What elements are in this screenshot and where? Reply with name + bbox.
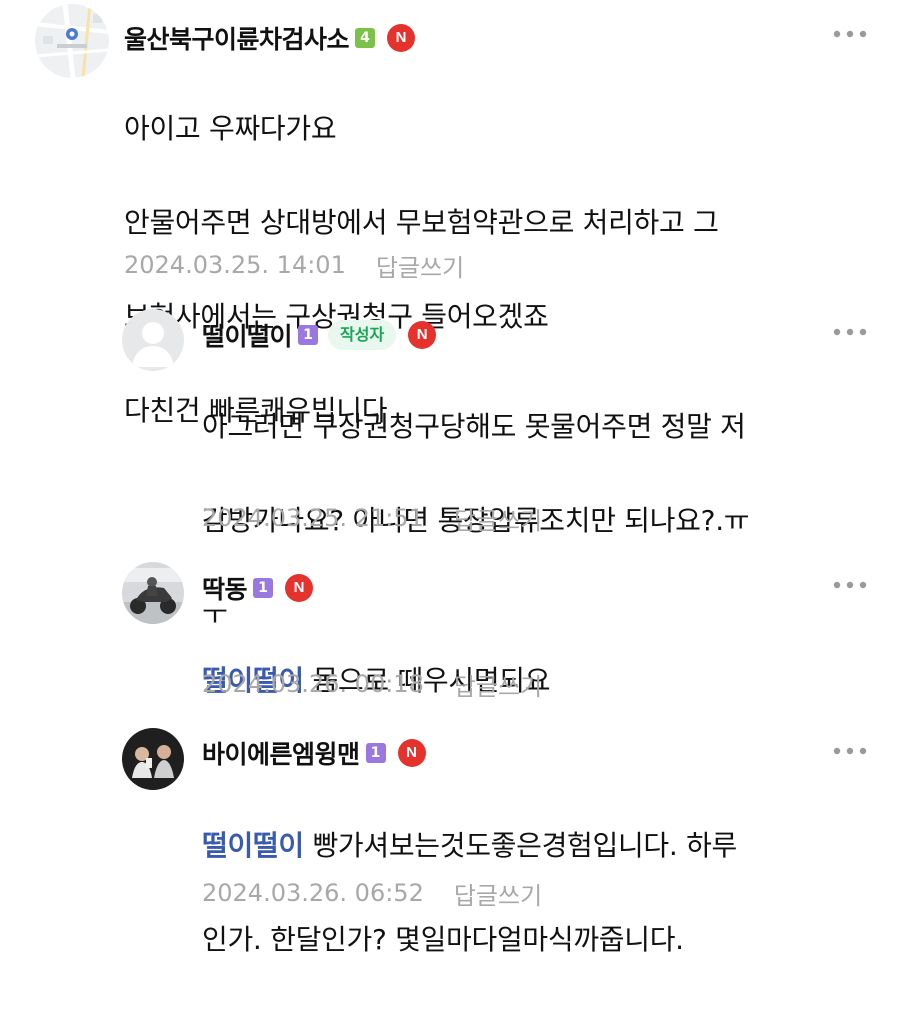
comment-meta: 2024.03.26. 06:52 답글쓰기 <box>202 876 542 911</box>
author-badge: 작성자 <box>328 320 397 350</box>
comment-meta: 2024.03.26. 00:18 답글쓰기 <box>202 667 542 702</box>
member-level-badge: 1 <box>365 743 386 763</box>
more-options-button[interactable] <box>832 745 868 757</box>
nickname[interactable]: 울산북구이륜차검사소 <box>124 20 350 56</box>
comment-date: 2024.03.26. 06:52 <box>202 879 424 907</box>
reply-button[interactable]: 답글쓰기 <box>376 248 464 283</box>
new-badge: N <box>387 24 416 52</box>
comment-date: 2024.03.26. 00:18 <box>202 670 424 698</box>
comment-line: 떨이떨이 빵가셔보는것도좋은경험입니다. 하루 <box>202 822 737 869</box>
reply-button[interactable]: 답글쓰기 <box>454 667 542 702</box>
mention-link[interactable]: 떨이떨이 <box>202 829 304 862</box>
more-dots-icon <box>833 581 867 589</box>
member-level-badge: 1 <box>253 578 274 598</box>
more-options-button[interactable] <box>832 579 868 591</box>
more-dots-icon <box>833 328 867 336</box>
comment-header: 떨이떨이 1 작성자 N <box>202 317 437 353</box>
more-options-button[interactable] <box>832 326 868 338</box>
avatar[interactable] <box>122 309 184 371</box>
motorcycle-photo-icon <box>122 562 184 624</box>
default-profile-icon <box>122 309 184 371</box>
person-photo-icon <box>122 728 184 790</box>
reply-button[interactable]: 답글쓰기 <box>454 876 542 911</box>
new-badge: N <box>408 321 437 349</box>
comment-header: 딱동 1 N <box>202 570 314 606</box>
more-options-button[interactable] <box>832 28 868 40</box>
reply-button[interactable]: 답글쓰기 <box>454 501 542 536</box>
comment-line: 아이고 우짜다가요 <box>124 112 337 145</box>
map-thumbnail-icon <box>35 4 109 78</box>
nickname[interactable]: 바이에른엠윙맨 <box>202 735 360 771</box>
comment-line: 안물어주면 상대방에서 무보험약관으로 처리하고 그 <box>124 206 719 239</box>
comment-line: 아그러면 구상권청구당해도 못물어주면 정말 저 <box>202 410 746 443</box>
more-dots-icon <box>833 30 867 38</box>
comment-date: 2024.03.25. 14:01 <box>124 251 346 279</box>
avatar[interactable] <box>122 562 184 624</box>
comment-header: 울산북구이륜차검사소 4 N <box>124 20 416 56</box>
comment-date: 2024.03.25. 21:51 <box>202 504 424 532</box>
nickname[interactable]: 딱동 <box>202 570 248 606</box>
new-badge: N <box>285 574 314 602</box>
avatar[interactable] <box>35 4 109 78</box>
comment-meta: 2024.03.25. 21:51 답글쓰기 <box>202 501 542 536</box>
member-level-badge: 4 <box>355 28 376 48</box>
comment-line: 인가. 한달인가? 몇일마다얼마식까줍니다. <box>202 923 684 956</box>
comment-meta: 2024.03.25. 14:01 답글쓰기 <box>124 248 464 283</box>
nickname[interactable]: 떨이떨이 <box>202 317 293 353</box>
member-level-badge: 1 <box>298 325 319 345</box>
comment-header: 바이에른엠윙맨 1 N <box>202 735 426 771</box>
avatar[interactable] <box>122 728 184 790</box>
comment-line-text: 빵가셔보는것도좋은경험입니다. 하루 <box>312 829 738 862</box>
more-dots-icon <box>833 747 867 755</box>
new-badge: N <box>397 739 426 767</box>
